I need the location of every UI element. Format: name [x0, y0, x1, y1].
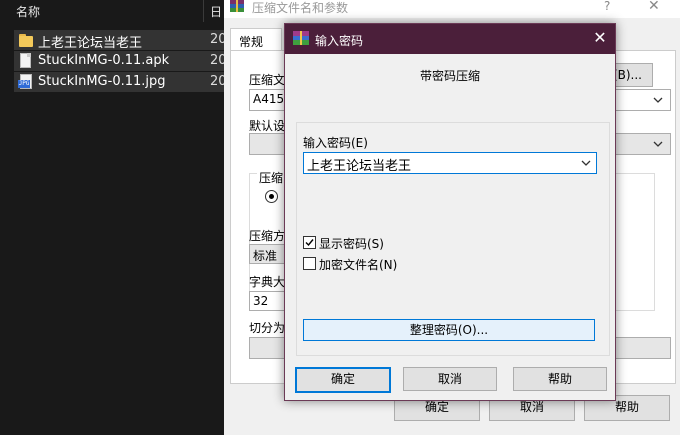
file-name: StuckInMG-0.11.jpg: [38, 74, 166, 89]
password-dialog-heading: 带密码压缩: [419, 69, 480, 83]
password-cancel-label: 取消: [437, 372, 462, 386]
password-value: 上老王论坛当老王: [307, 159, 412, 174]
file-row-apk[interactable]: StuckInMG-0.11.apk 20: [14, 51, 227, 71]
file-name: 上老王论坛当老王: [38, 36, 143, 51]
archive-dialog-titlebar[interactable]: 压缩文件名和参数 ? ✕: [224, 0, 680, 18]
column-header-date[interactable]: 日: [210, 3, 222, 20]
encrypt-filenames-label[interactable]: 加密文件名(N): [319, 256, 397, 273]
browse-button-label: (B)...: [612, 68, 642, 82]
password-dialog-title: 输入密码: [315, 34, 364, 48]
dictionary-size-label: 字典大: [249, 275, 286, 289]
password-dialog: 输入密码 ✕ 带密码压缩 输入密码(E) 上老王论坛当老王 显示密码(S) 加密…: [284, 23, 616, 401]
help-icon[interactable]: ?: [604, 0, 610, 13]
archive-help-label: 帮助: [614, 400, 639, 414]
file-row-jpg[interactable]: JPG StuckInMG-0.11.jpg 20: [14, 72, 227, 92]
file-row-folder[interactable]: 上老王论坛当老王 20: [14, 30, 227, 51]
archive-format-label: 压缩: [257, 169, 286, 186]
winrar-icon: [230, 0, 244, 12]
encrypt-filenames-checkbox[interactable]: [303, 257, 316, 270]
file-icon: [18, 53, 34, 69]
compression-method-value: 标准: [253, 249, 278, 263]
password-cancel-button[interactable]: 取消: [403, 367, 497, 391]
explorer-header: 名称 日: [0, 0, 224, 22]
organize-passwords-button[interactable]: 整理密码(O)...: [303, 319, 595, 341]
format-radio[interactable]: [265, 190, 278, 203]
tab-general-label: 常规: [239, 35, 264, 49]
default-profile-label: 默认设: [249, 119, 286, 133]
password-input[interactable]: 上老王论坛当老王: [303, 152, 597, 174]
dictionary-size-value: 32: [253, 294, 269, 308]
column-header-name[interactable]: 名称: [16, 3, 40, 20]
chevron-down-icon[interactable]: [580, 157, 592, 169]
password-ok-label: 确定: [330, 372, 355, 386]
file-explorer: 名称 日 上老王论坛当老王 20 StuckInMG-0.11.apk 20 J…: [0, 0, 227, 435]
tab-general[interactable]: 常规: [230, 28, 282, 51]
file-name: StuckInMG-0.11.apk: [38, 53, 170, 68]
archive-dialog-title: 压缩文件名和参数: [252, 1, 349, 15]
checkmark-icon: [305, 239, 314, 247]
archive-cancel-label: 取消: [519, 400, 544, 414]
close-icon[interactable]: ✕: [591, 28, 609, 47]
organize-passwords-label: 整理密码(O)...: [409, 323, 489, 337]
split-volume-label: 切分为: [249, 321, 286, 335]
password-help-label: 帮助: [547, 372, 572, 386]
password-ok-button[interactable]: 确定: [295, 367, 391, 393]
close-icon[interactable]: ✕: [648, 0, 660, 14]
compression-method-label: 压缩方: [249, 229, 286, 243]
winrar-icon: [293, 31, 309, 45]
archive-name-label: 压缩文: [249, 73, 286, 87]
password-dialog-titlebar[interactable]: 输入密码 ✕: [285, 24, 615, 54]
archive-ok-label: 确定: [424, 400, 449, 414]
chevron-down-icon[interactable]: [652, 138, 664, 150]
password-label: 输入密码(E): [303, 136, 368, 150]
chevron-down-icon[interactable]: [652, 94, 664, 106]
show-password-label[interactable]: 显示密码(S): [319, 235, 384, 252]
folder-icon: [18, 32, 34, 48]
password-help-button[interactable]: 帮助: [513, 367, 607, 391]
show-password-checkbox[interactable]: [303, 236, 316, 249]
column-divider[interactable]: [203, 0, 204, 22]
jpg-image-icon: JPG: [18, 74, 34, 90]
